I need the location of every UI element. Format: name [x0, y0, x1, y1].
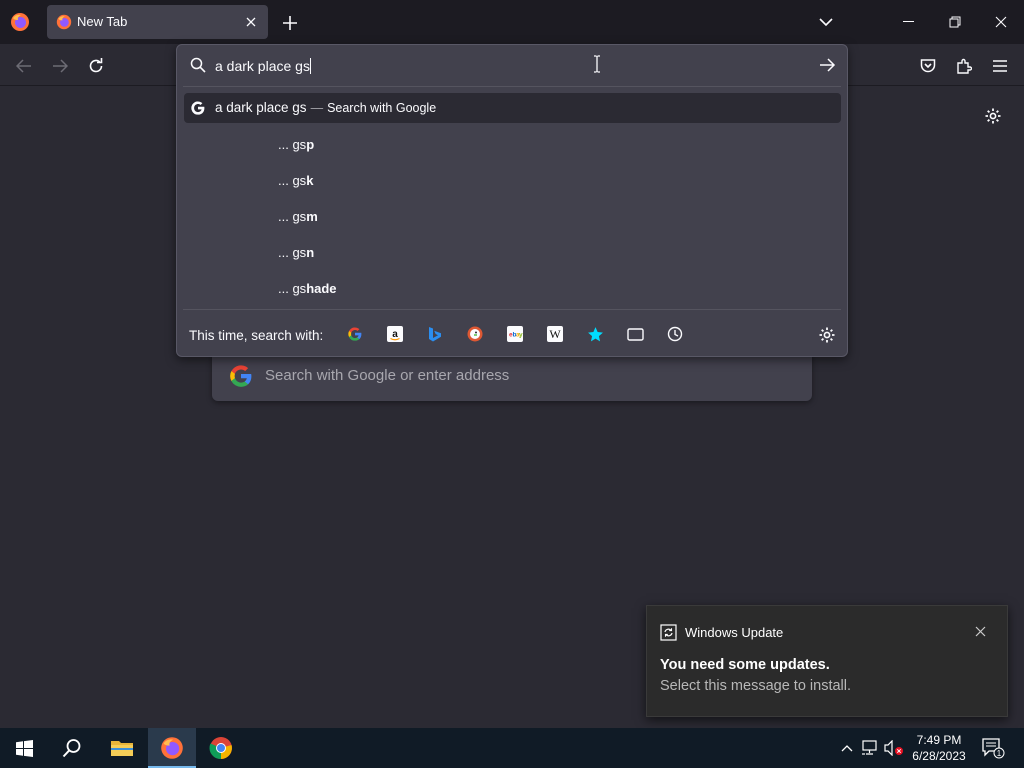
history-icon[interactable] [666, 325, 684, 343]
clock-date: 6/28/2023 [912, 749, 966, 763]
newtab-search-placeholder: Search with Google or enter address [265, 367, 510, 384]
extensions-puzzle-icon[interactable] [951, 53, 977, 79]
close-tab-icon[interactable] [242, 13, 260, 31]
divider [183, 86, 841, 87]
google-icon[interactable] [346, 325, 364, 343]
wikipedia-icon[interactable]: W [546, 325, 564, 343]
network-icon[interactable] [860, 738, 880, 758]
firefox-taskbar-icon[interactable] [148, 728, 196, 768]
forward-arrow-icon[interactable] [47, 53, 73, 79]
search-suggestion[interactable]: ... gsk [278, 173, 313, 195]
reload-icon[interactable] [83, 53, 109, 79]
search-suggestion[interactable]: ... gsp [278, 137, 314, 159]
list-all-tabs-chevron-icon[interactable] [814, 10, 838, 34]
bing-icon[interactable] [426, 325, 444, 343]
newtab-settings-gear-icon[interactable] [982, 105, 1004, 127]
clock-time: 7:49 PM [916, 733, 962, 747]
urlbar-input[interactable]: a dark place gs [177, 45, 847, 86]
duckduckgo-icon[interactable] [466, 325, 484, 343]
search-with-google-result[interactable]: a dark place gs — Search with Google [184, 93, 841, 123]
show-hidden-icons-chevron-icon[interactable] [837, 738, 857, 758]
restore-window-icon[interactable] [940, 8, 970, 36]
close-window-icon[interactable] [986, 8, 1016, 36]
bookmarks-star-icon[interactable] [586, 325, 604, 343]
windows-start-icon[interactable] [0, 728, 48, 768]
svg-text:a: a [392, 329, 398, 340]
google-logo-icon [228, 363, 254, 389]
divider [183, 309, 841, 310]
chrome-icon[interactable] [197, 728, 245, 768]
go-arrow-icon[interactable] [818, 57, 836, 75]
firefox-logo-icon[interactable] [10, 12, 30, 32]
result-text: a dark place gs — Search with Google [215, 100, 437, 115]
ebay-icon[interactable]: ebay [506, 325, 524, 343]
tabs-icon[interactable] [626, 325, 644, 343]
title-bar: New Tab [0, 0, 1024, 44]
back-arrow-icon[interactable] [11, 53, 37, 79]
newtab-search-box[interactable]: Search with Google or enter address [212, 350, 812, 401]
windows-update-notification[interactable]: Windows Update You need some updates. Se… [646, 605, 1008, 717]
notification-body: Select this message to install. [660, 678, 852, 694]
tab-title: New Tab [77, 14, 128, 29]
pocket-icon[interactable] [915, 53, 941, 79]
search-suggestion[interactable]: ... gsm [278, 209, 318, 231]
taskbar-clock[interactable]: 7:49 PM 6/28/2023 [905, 732, 973, 764]
tab-new-tab[interactable]: New Tab [47, 5, 268, 39]
notification-title: You need some updates. [660, 657, 830, 673]
urlbar-input-value[interactable]: a dark place gs [215, 58, 311, 74]
urlbar-dropdown: a dark place gs a dark place gs — Search w… [176, 44, 848, 357]
volume-muted-icon[interactable] [884, 738, 904, 758]
minimize-window-icon[interactable] [893, 8, 923, 36]
search-suggestion[interactable]: ... gsn [278, 245, 314, 267]
file-explorer-folder-icon[interactable] [98, 728, 146, 768]
notification-count-badge: 1 [997, 749, 1002, 758]
one-off-search-bar: This time, search with: a ebay W [177, 315, 847, 355]
svg-text:y: y [519, 332, 523, 339]
firefox-favicon-icon [56, 14, 72, 30]
hamburger-menu-icon[interactable] [987, 53, 1013, 79]
close-notification-icon[interactable] [971, 622, 989, 640]
windows-update-icon [660, 624, 678, 642]
google-icon [190, 100, 206, 116]
search-icon[interactable] [48, 728, 96, 768]
svg-text:W: W [549, 327, 561, 341]
amazon-icon[interactable]: a [386, 325, 404, 343]
text-caret [309, 58, 311, 74]
notification-app-name: Windows Update [685, 625, 784, 640]
one-off-label: This time, search with: [189, 328, 324, 343]
search-icon [190, 57, 206, 73]
search-settings-gear-icon[interactable] [818, 326, 836, 344]
new-tab-plus-icon[interactable] [278, 11, 302, 35]
i-beam-cursor-icon [591, 55, 603, 73]
search-suggestion[interactable]: ... gshade [278, 281, 337, 303]
windows-taskbar: 7:49 PM 6/28/2023 1 [0, 728, 1024, 768]
action-center-icon[interactable]: 1 [978, 734, 1008, 762]
